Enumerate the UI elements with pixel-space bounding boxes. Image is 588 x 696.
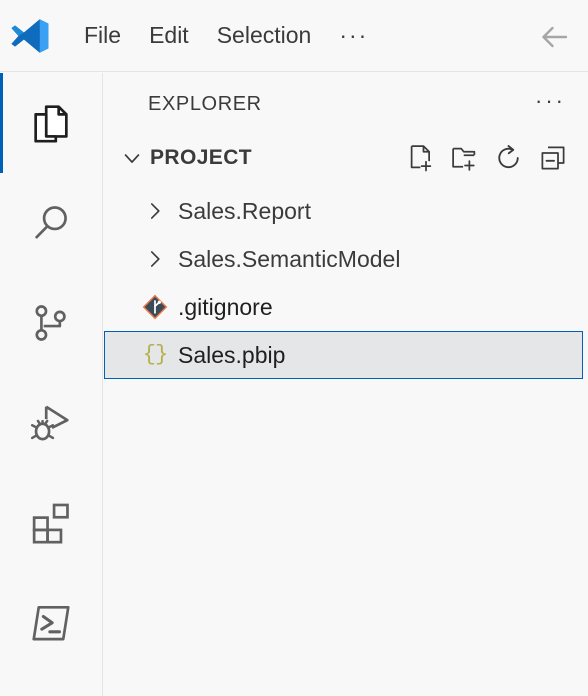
menu-bar: File Edit Selection ··· <box>70 20 382 51</box>
refresh-icon[interactable] <box>494 143 524 173</box>
menu-selection[interactable]: Selection <box>203 20 326 51</box>
vscode-window: File Edit Selection ··· EXPLORER ··· PRO… <box>0 0 588 696</box>
activitybar-search[interactable] <box>0 173 102 273</box>
activitybar-extensions[interactable] <box>0 473 102 573</box>
search-icon <box>35 206 67 239</box>
explorer-actions <box>406 143 580 173</box>
sidebar-header: EXPLORER ··· <box>104 73 588 135</box>
project-section-title: PROJECT <box>150 146 252 169</box>
terminal-icon <box>32 605 70 641</box>
chevron-down-icon <box>124 154 140 163</box>
tree-row[interactable]: {} Sales.pbip <box>104 331 583 379</box>
file-tree: Sales.Report Sales.SemanticModel .gitign… <box>104 181 588 379</box>
extensions-icon <box>32 503 69 544</box>
run-and-debug-icon <box>30 405 69 441</box>
menu-file[interactable]: File <box>70 20 135 51</box>
views-and-more-actions-button[interactable]: ··· <box>535 90 566 118</box>
new-folder-icon[interactable] <box>450 143 480 173</box>
activitybar-run-debug[interactable] <box>0 373 102 473</box>
arrow-left-icon[interactable] <box>534 19 574 55</box>
chevron-right-icon <box>150 251 160 267</box>
git-file-icon <box>142 294 168 320</box>
explorer-sidebar: EXPLORER ··· PROJECT Sales.Report Sales.… <box>104 73 588 696</box>
project-section-header[interactable]: PROJECT <box>104 135 588 181</box>
git-diamond-icon <box>142 294 168 320</box>
tree-row[interactable]: Sales.SemanticModel <box>104 235 588 283</box>
activity-bar <box>0 73 103 696</box>
tree-row[interactable]: Sales.Report <box>104 187 588 235</box>
chevron-right-icon <box>150 203 160 219</box>
tree-item-label: Sales.pbip <box>178 341 286 368</box>
source-control-icon <box>35 305 66 341</box>
title-bar: File Edit Selection ··· <box>0 0 588 72</box>
json-file-icon: {} <box>142 342 168 368</box>
vscode-logo <box>11 18 49 53</box>
tree-item-label: Sales.SemanticModel <box>178 245 401 272</box>
files-icon <box>34 105 68 143</box>
menu-edit[interactable]: Edit <box>135 20 203 51</box>
activitybar-explorer[interactable] <box>0 73 102 173</box>
tree-item-label: Sales.Report <box>178 197 311 224</box>
tree-item-label: .gitignore <box>178 293 273 320</box>
menu-overflow-button[interactable]: ··· <box>325 20 382 51</box>
tree-row[interactable]: .gitignore <box>104 283 588 331</box>
json-braces-glyph: {} <box>142 342 168 367</box>
collapse-all-icon[interactable] <box>538 143 568 173</box>
activitybar-source-control[interactable] <box>0 273 102 373</box>
new-file-icon[interactable] <box>406 143 436 173</box>
activitybar-terminal[interactable] <box>0 573 102 673</box>
sidebar-title: EXPLORER <box>148 92 262 115</box>
